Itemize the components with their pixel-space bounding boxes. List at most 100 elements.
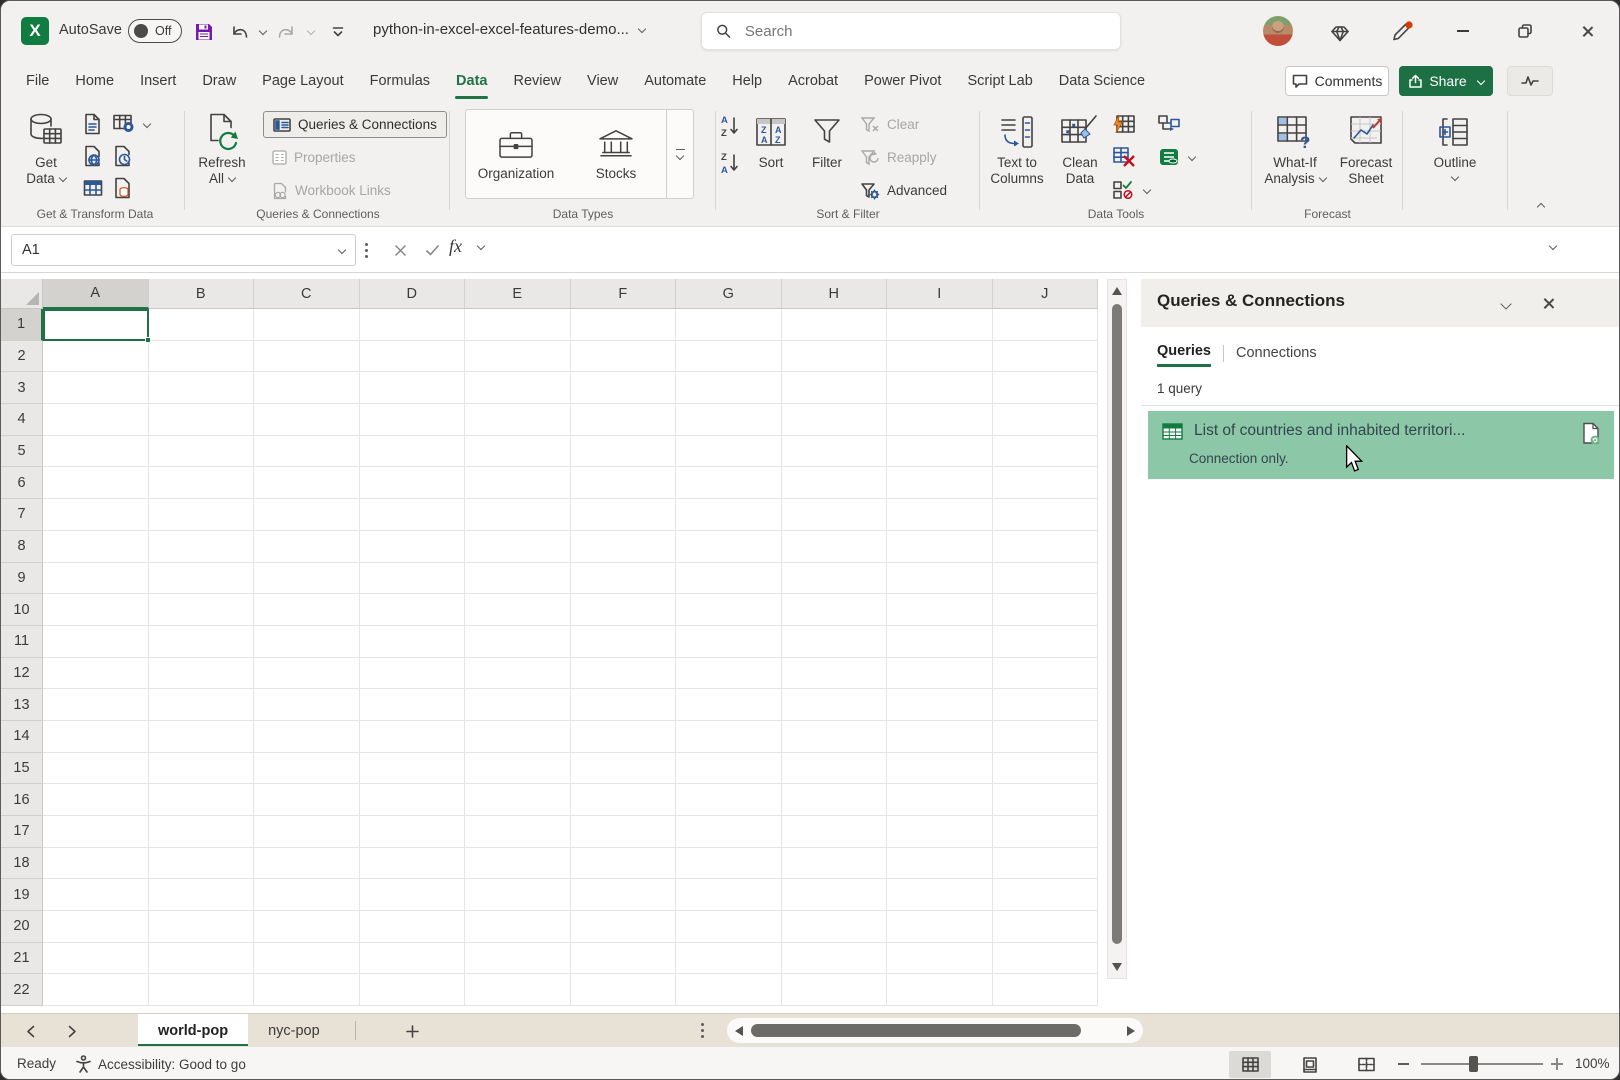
cell-H13[interactable] [782, 689, 888, 721]
cell-I22[interactable] [887, 974, 993, 1006]
ribbon-tab-review[interactable]: Review [500, 61, 574, 101]
cell-B15[interactable] [149, 753, 255, 785]
cell-B16[interactable] [149, 784, 255, 816]
row-header-11[interactable]: 11 [1, 626, 43, 658]
cell-I3[interactable] [887, 372, 993, 404]
column-header-E[interactable]: E [465, 279, 571, 309]
cell-A16[interactable] [43, 784, 149, 816]
advanced-filter-button[interactable]: Advanced [860, 177, 947, 204]
tab-queries[interactable]: Queries [1157, 343, 1211, 367]
cell-I13[interactable] [887, 689, 993, 721]
cell-D13[interactable] [360, 689, 466, 721]
cell-G2[interactable] [676, 341, 782, 373]
cell-F5[interactable] [571, 436, 677, 468]
cell-F4[interactable] [571, 404, 677, 436]
cell-H17[interactable] [782, 816, 888, 848]
tab-connections[interactable]: Connections [1236, 345, 1317, 366]
cell-C7[interactable] [254, 499, 360, 531]
data-type-organization[interactable]: Organization [466, 110, 566, 198]
undo-menu-chevron[interactable] [259, 27, 267, 35]
recent-sources-button[interactable] [113, 143, 150, 168]
cell-A13[interactable] [43, 689, 149, 721]
cell-C10[interactable] [254, 594, 360, 626]
cell-G11[interactable] [676, 626, 782, 658]
cell-H2[interactable] [782, 341, 888, 373]
cell-C5[interactable] [254, 436, 360, 468]
cell-C22[interactable] [254, 974, 360, 1006]
row-header-6[interactable]: 6 [1, 467, 43, 499]
cell-F20[interactable] [571, 911, 677, 943]
row-header-17[interactable]: 17 [1, 816, 43, 848]
cell-A3[interactable] [43, 372, 149, 404]
vertical-scroll-thumb[interactable] [1112, 304, 1122, 944]
cell-I21[interactable] [887, 943, 993, 975]
cell-I7[interactable] [887, 499, 993, 531]
cell-D7[interactable] [360, 499, 466, 531]
cell-E4[interactable] [465, 404, 571, 436]
cell-I1[interactable] [887, 309, 993, 341]
cell-J8[interactable] [993, 531, 1099, 563]
cell-E21[interactable] [465, 943, 571, 975]
cell-J16[interactable] [993, 784, 1099, 816]
enter-button[interactable] [419, 237, 445, 263]
clear-filter-button[interactable]: Clear [860, 111, 947, 138]
cell-F14[interactable] [571, 721, 677, 753]
cell-J11[interactable] [993, 626, 1099, 658]
cell-E3[interactable] [465, 372, 571, 404]
existing-connections-button[interactable] [113, 175, 150, 200]
premium-diamond-button[interactable] [1327, 20, 1353, 46]
cell-H1[interactable] [782, 309, 888, 341]
outline-button[interactable]: Outline [1426, 107, 1484, 203]
cell-G5[interactable] [676, 436, 782, 468]
select-all-corner[interactable] [1, 279, 43, 309]
cell-E6[interactable] [465, 467, 571, 499]
horizontal-scroll-thumb[interactable] [751, 1024, 1081, 1037]
cell-J10[interactable] [993, 594, 1099, 626]
cell-A2[interactable] [43, 341, 149, 373]
cell-J18[interactable] [993, 848, 1099, 880]
cell-H9[interactable] [782, 563, 888, 595]
cell-F15[interactable] [571, 753, 677, 785]
cell-G7[interactable] [676, 499, 782, 531]
row-header-12[interactable]: 12 [1, 658, 43, 690]
cell-F18[interactable] [571, 848, 677, 880]
cell-D18[interactable] [360, 848, 466, 880]
cell-B19[interactable] [149, 879, 255, 911]
cell-F2[interactable] [571, 341, 677, 373]
ribbon-tab-acrobat[interactable]: Acrobat [775, 61, 851, 101]
cell-I8[interactable] [887, 531, 993, 563]
cell-C18[interactable] [254, 848, 360, 880]
cell-I4[interactable] [887, 404, 993, 436]
cell-B14[interactable] [149, 721, 255, 753]
cell-B11[interactable] [149, 626, 255, 658]
cell-E7[interactable] [465, 499, 571, 531]
formula-bar-options-icon[interactable] [365, 243, 368, 246]
ribbon-tab-automate[interactable]: Automate [631, 61, 719, 101]
zoom-out-button[interactable] [1395, 1056, 1411, 1072]
cell-A20[interactable] [43, 911, 149, 943]
cell-C17[interactable] [254, 816, 360, 848]
clean-data-button[interactable]: Clean Data [1055, 107, 1105, 203]
cell-A22[interactable] [43, 974, 149, 1006]
panel-collapse-button[interactable] [1493, 293, 1519, 315]
quick-access-toolbar-button[interactable] [325, 19, 351, 45]
row-header-8[interactable]: 8 [1, 531, 43, 563]
column-header-A[interactable]: A [43, 279, 149, 309]
document-title[interactable]: python-in-excel-excel-features-demo... [373, 21, 645, 38]
cell-D22[interactable] [360, 974, 466, 1006]
cell-A12[interactable] [43, 658, 149, 690]
cell-E22[interactable] [465, 974, 571, 1006]
zoom-slider[interactable] [1421, 1063, 1543, 1065]
horizontal-scrollbar[interactable] [727, 1018, 1143, 1043]
cell-C16[interactable] [254, 784, 360, 816]
cell-D14[interactable] [360, 721, 466, 753]
cell-E18[interactable] [465, 848, 571, 880]
row-header-22[interactable]: 22 [1, 974, 43, 1006]
cell-B22[interactable] [149, 974, 255, 1006]
cell-J9[interactable] [993, 563, 1099, 595]
cell-B6[interactable] [149, 467, 255, 499]
normal-view-button[interactable] [1229, 1051, 1271, 1078]
zoom-slider-thumb[interactable] [1469, 1056, 1478, 1072]
cell-E5[interactable] [465, 436, 571, 468]
cell-E10[interactable] [465, 594, 571, 626]
